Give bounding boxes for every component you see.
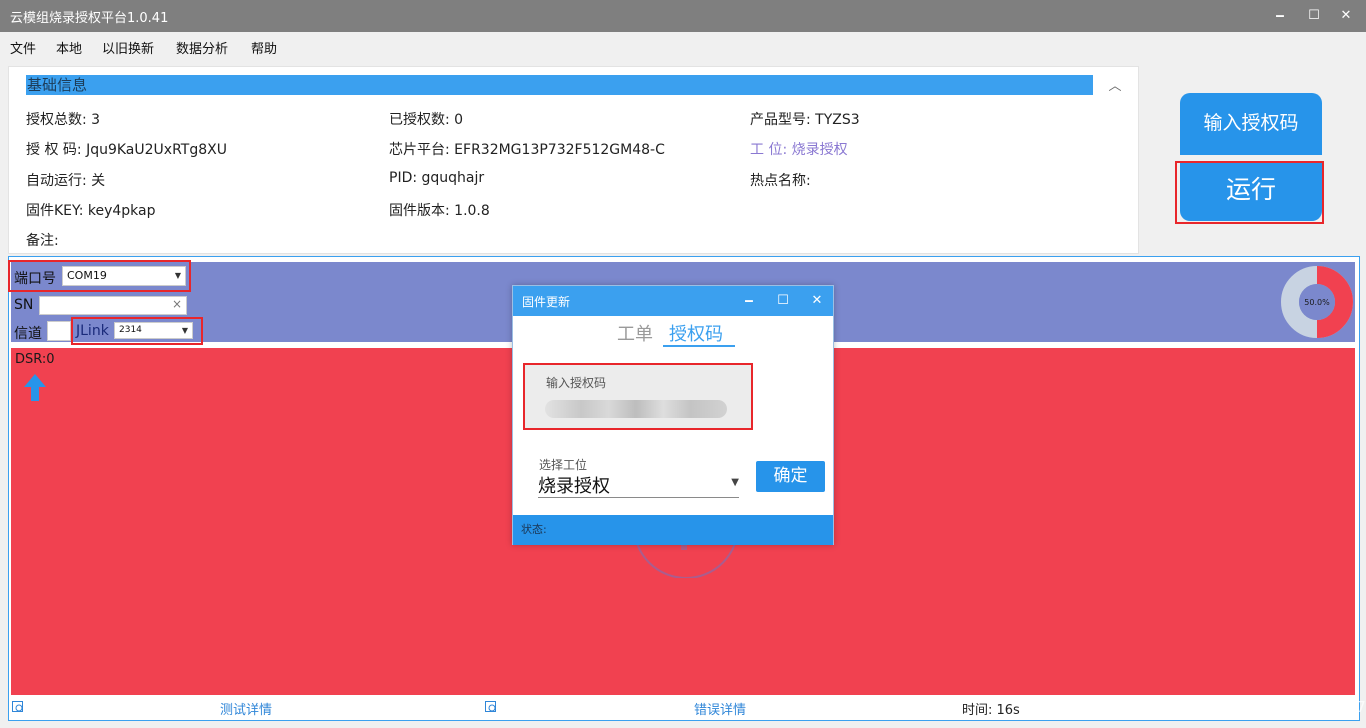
minimize-icon[interactable]: 🗕 [738, 291, 760, 311]
pid: PID: gquqhajr [389, 170, 485, 186]
chip-platform: 芯片平台: EFR32MG13P732F512GM48-C [389, 142, 665, 158]
info-panel: 基础信息 ︿ 授权总数: 3 授 权 码: Jqu9KaU2UxRTg8XU 自… [8, 66, 1139, 254]
elapsed-time: 时间: 16s [962, 703, 1020, 718]
port-highlight-box [8, 260, 191, 292]
maximize-icon[interactable]: ☐ [1302, 4, 1326, 28]
auto-run: 自动运行: 关 [26, 173, 106, 189]
channel-label: 信道 [14, 326, 42, 342]
run-highlight-box [1175, 161, 1324, 224]
close-icon[interactable]: ✕ [806, 291, 828, 311]
progress-label: 50.0% [1304, 298, 1330, 307]
channel-input[interactable] [47, 321, 71, 341]
menu-local[interactable]: 本地 [56, 38, 82, 57]
progress-donut: 50.0% [1281, 266, 1353, 338]
info-header: 基础信息 [26, 75, 1093, 95]
product-model: 产品型号: TYZS3 [750, 112, 860, 128]
input-auth-code-button[interactable]: 输入授权码 [1180, 93, 1322, 155]
error-details-link[interactable]: 错误详情 [694, 699, 746, 718]
menu-trade-in[interactable]: 以旧换新 [102, 38, 154, 57]
collapse-icon[interactable]: ︿ [1107, 75, 1123, 94]
dsr-status: DSR:0 [15, 352, 55, 367]
dialog-status-bar: 状态: [513, 515, 833, 545]
tab-work-order[interactable]: 工单 [617, 320, 653, 346]
details-icon[interactable] [12, 701, 25, 714]
station: 工 位: 烧录授权 [750, 142, 848, 158]
auth-code: 授 权 码: Jqu9KaU2UxRTg8XU [26, 142, 227, 158]
menu-file[interactable]: 文件 [10, 38, 36, 57]
station-select[interactable]: 烧录授权 ▼ [538, 471, 739, 498]
maximize-icon[interactable]: ☐ [772, 291, 794, 311]
confirm-button[interactable]: 确定 [756, 461, 825, 492]
authorized-count: 已授权数: 0 [389, 112, 464, 128]
window-title: 云模组烧录授权平台1.0.41 [10, 11, 169, 26]
menu-data-analysis[interactable]: 数据分析 [176, 38, 228, 57]
remark: 备注: [26, 233, 59, 249]
menu-bar: 文件 本地 以旧换新 数据分析 帮助 [0, 32, 1366, 60]
firmware-update-dialog: 固件更新 🗕 ☐ ✕ 工单 授权码 输入授权码 选择工位 烧录授权 ▼ 确定 状… [512, 285, 834, 545]
title-bar: 云模组烧录授权平台1.0.41 🗕 ☐ ✕ [0, 0, 1366, 32]
details-icon[interactable] [485, 701, 498, 714]
dialog-title: 固件更新 [522, 295, 571, 309]
dialog-title-bar: 固件更新 🗕 ☐ ✕ [513, 286, 833, 316]
firmware-version: 固件版本: 1.0.8 [389, 203, 490, 219]
minimize-icon[interactable]: 🗕 [1268, 4, 1292, 28]
test-details-link[interactable]: 测试详情 [220, 699, 272, 718]
hotspot-name: 热点名称: [750, 173, 811, 189]
sn-input[interactable]: × [39, 296, 187, 315]
clear-icon[interactable]: × [172, 297, 182, 311]
auth-code-input-label: 输入授权码 [546, 376, 607, 390]
watermark: https://blog.csdn.net/qq_38179373 [1112, 698, 1366, 716]
chevron-down-icon: ▼ [731, 477, 739, 488]
total-auth-count: 授权总数: 3 [26, 112, 101, 128]
firmware-key: 固件KEY: key4pkap [26, 203, 156, 219]
auth-code-input[interactable]: 输入授权码 [523, 363, 753, 430]
menu-help[interactable]: 帮助 [251, 38, 277, 57]
tab-auth-code[interactable]: 授权码 [669, 320, 723, 346]
sn-label: SN [14, 297, 34, 313]
jlink-highlight-box [71, 317, 203, 345]
station-select-value: 烧录授权 [538, 476, 610, 497]
up-arrow-icon [24, 374, 46, 401]
close-icon[interactable]: ✕ [1334, 4, 1358, 28]
auth-code-input-value [545, 400, 727, 418]
active-tab-indicator [663, 345, 735, 347]
